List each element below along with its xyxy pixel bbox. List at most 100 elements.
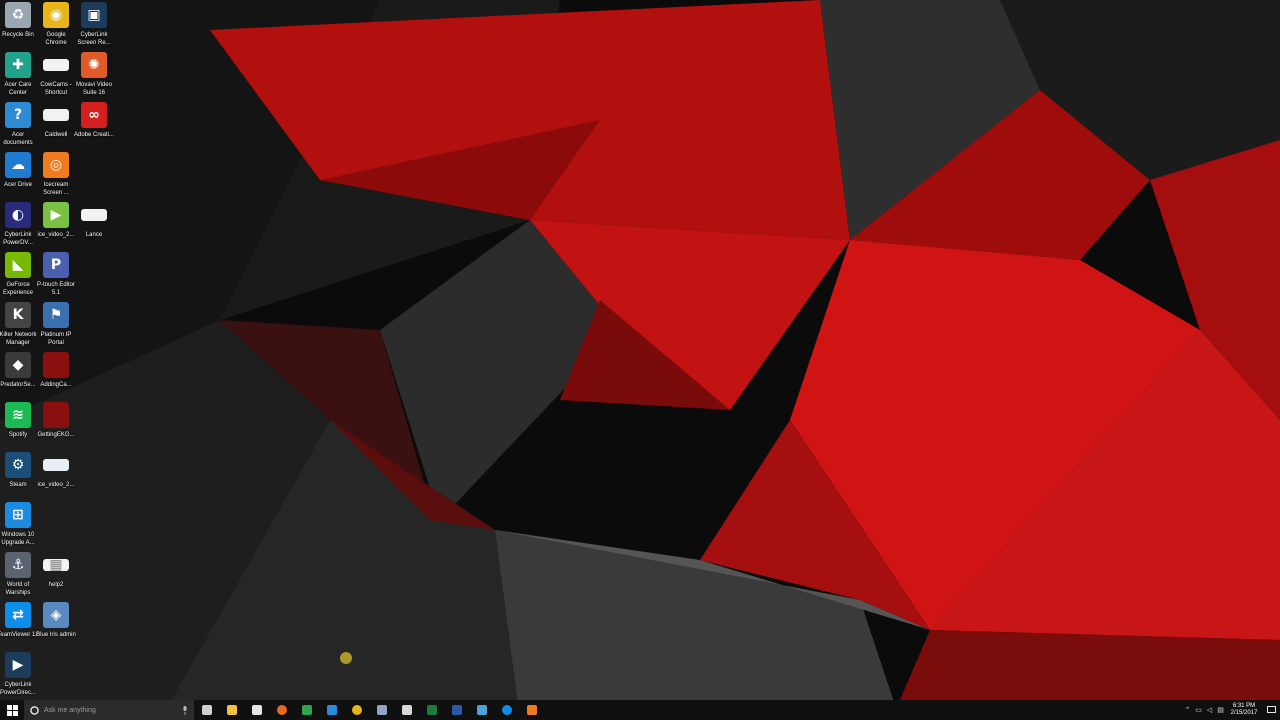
desktop-icon-label: Acer Care Center <box>4 82 32 96</box>
desktop-icon[interactable]: ◆ PredatorSe... <box>0 352 37 400</box>
sheets-icon <box>301 705 312 715</box>
steam-icon: ⚙ <box>5 452 31 478</box>
desktop-icon[interactable]: Lance <box>75 202 113 250</box>
desktop-icon[interactable]: ∞ Adobe Creati... <box>73 102 115 150</box>
desktop-icon[interactable]: ⚙ Steam <box>0 452 37 500</box>
blank-file-icon <box>81 209 107 221</box>
taskbar-app-button[interactable] <box>219 700 244 720</box>
desktop-icon[interactable]: CowCams - Shortcut <box>37 52 75 100</box>
desktop-icon-label: World of Warships <box>5 582 31 596</box>
desktop-wallpaper <box>0 0 1280 720</box>
desktop-icon[interactable]: ◉ Google Chrome <box>37 2 75 50</box>
desktop-icon[interactable]: ♻ Recycle Bin <box>0 2 37 50</box>
cyberlink-screen-recorder-icon: ▣ <box>81 2 107 28</box>
desktop-icon[interactable]: ◈ Blue Iris admin <box>36 602 76 650</box>
desktop-icon[interactable]: ▶ ice_video_2... <box>37 202 75 250</box>
windows-upgrade-icon: ⊞ <box>5 502 31 528</box>
clock-date: 2/15/2017 <box>1230 710 1258 716</box>
clock[interactable]: 6:31 PM 2/15/2017 <box>1226 703 1262 717</box>
taskbar-app-button[interactable] <box>319 700 344 720</box>
desktop-icon[interactable]: ◐ CyberLink PowerDV... <box>0 202 37 250</box>
taskbar-app-button[interactable] <box>444 700 469 720</box>
cortana-search-box[interactable]: Ask me anything <box>24 700 194 720</box>
cyberlink-powerdvd-icon: ◐ <box>5 202 31 228</box>
desktop-icon-label: P-touch Editor 5.1 <box>36 282 76 296</box>
teamviewer-icon: ⇄ <box>5 602 31 628</box>
ip-portal-icon: ⚑ <box>43 302 69 328</box>
world-of-warships-icon: ⚓ <box>5 552 31 578</box>
desktop-icon-label: Platinum IP Portal <box>40 332 72 346</box>
taskbar-app-button[interactable] <box>369 700 394 720</box>
taskbar-app-button[interactable] <box>469 700 494 720</box>
desktop-icon[interactable]: P P-touch Editor 5.1 <box>37 252 75 300</box>
desktop-icon-label: help2 <box>48 582 64 588</box>
store-icon <box>251 705 262 715</box>
desktop-icon[interactable]: ◣ GeForce Experience <box>0 252 37 300</box>
keyboard-icon[interactable]: ▤ <box>1215 700 1226 720</box>
desktop-icon-label: CyberLink PowerDV... <box>3 232 33 246</box>
desktop-icon-label: Movavi Video Suite 16 <box>76 82 112 96</box>
start-button[interactable] <box>0 700 24 720</box>
desktop-icon[interactable]: ⚑ Platinum IP Portal <box>37 302 75 350</box>
taskbar-app-button[interactable] <box>419 700 444 720</box>
chrome-icon <box>351 705 362 715</box>
desktop-icon-label: Blue Iris admin <box>36 632 76 638</box>
desktop-icon-label: Caldwell <box>44 132 68 138</box>
killer-network-icon: K <box>5 302 31 328</box>
predator-sense-icon: ◆ <box>5 352 31 378</box>
chrome-icon: ◉ <box>43 2 69 28</box>
desktop-icon[interactable]: ≋ Spotify <box>0 402 37 450</box>
desktop-icon[interactable]: ? Acer documents <box>0 102 37 150</box>
acer-care-center-icon: ✚ <box>5 52 31 78</box>
desktop-icon[interactable]: ✚ Acer Care Center <box>0 52 37 100</box>
desktop-icon-label: Windows 10 Upgrade A... <box>1 532 35 546</box>
taskbar-app-button[interactable] <box>194 700 219 720</box>
desktop-icon-label: GettingEKG... <box>37 432 75 438</box>
desktop-icon[interactable]: AddingCa... <box>37 352 75 400</box>
network-icon[interactable]: ▭ <box>1193 700 1204 720</box>
image-file-icon: ▦ <box>43 557 69 573</box>
desktop-icon[interactable]: ▦ help2 <box>37 552 75 600</box>
desktop-icon[interactable]: ⇄ TeamViewer 12 <box>0 602 39 650</box>
word-icon <box>451 705 462 715</box>
desktop-icon[interactable]: ice_video_2... <box>37 452 75 500</box>
desktop-icon-label: AddingCa... <box>40 382 72 388</box>
movavi-icon: ✺ <box>81 52 107 78</box>
taskbar-app-button[interactable] <box>344 700 369 720</box>
video-file-icon <box>43 352 69 378</box>
desktop-icon[interactable]: ✺ Movavi Video Suite 16 <box>75 52 113 100</box>
nvidia-icon: ◣ <box>5 252 31 278</box>
remote-desktop-icon <box>476 705 487 715</box>
mouse-cursor <box>340 652 352 664</box>
desktop-icon-label: CyberLink Screen Re... <box>77 32 111 46</box>
recycle-bin-icon: ♻ <box>5 2 31 28</box>
desktop-icon[interactable]: GettingEKG... <box>37 402 75 450</box>
desktop-icon[interactable]: ☁ Acer Drive <box>0 152 37 200</box>
desktop-icon[interactable]: ▣ CyberLink Screen Re... <box>75 2 113 50</box>
microphone-icon[interactable] <box>182 705 188 715</box>
taskbar-app-button[interactable] <box>269 700 294 720</box>
desktop-icon[interactable]: Caldwell <box>37 102 75 150</box>
desktop-icon-label: Spotify <box>8 432 28 438</box>
desktop-icon[interactable]: ◎ Icecream Screen ... <box>37 152 75 200</box>
desktop-icon[interactable]: ⊞ Windows 10 Upgrade A... <box>0 502 37 550</box>
action-center-button[interactable] <box>1262 700 1280 720</box>
desktop-icon[interactable]: ▶ CyberLink PowerDirec... <box>0 652 37 700</box>
volume-icon[interactable]: ◁ <box>1204 700 1215 720</box>
taskbar-app-button[interactable] <box>394 700 419 720</box>
desktop-icon[interactable]: K Killer Network Manager <box>0 302 37 350</box>
taskbar-app-button[interactable] <box>519 700 544 720</box>
adobe-creative-cloud-icon: ∞ <box>81 102 107 128</box>
desktop-icon-label: GeForce Experience <box>2 282 34 296</box>
icecream-screen-icon <box>526 705 537 715</box>
notification-icon <box>1266 706 1276 713</box>
taskbar-app-button[interactable] <box>244 700 269 720</box>
chevron-up-icon[interactable]: ⌃ <box>1182 700 1193 720</box>
taskbar-app-button[interactable] <box>294 700 319 720</box>
desktop-icon[interactable]: ⚓ World of Warships <box>0 552 37 600</box>
acer-documents-icon: ? <box>5 102 31 128</box>
desktop-icon-label: Adobe Creati... <box>73 132 115 138</box>
taskbar-app-button[interactable] <box>494 700 519 720</box>
taskbar-pinned-apps <box>194 700 544 720</box>
shortcut-file-icon <box>43 59 69 71</box>
